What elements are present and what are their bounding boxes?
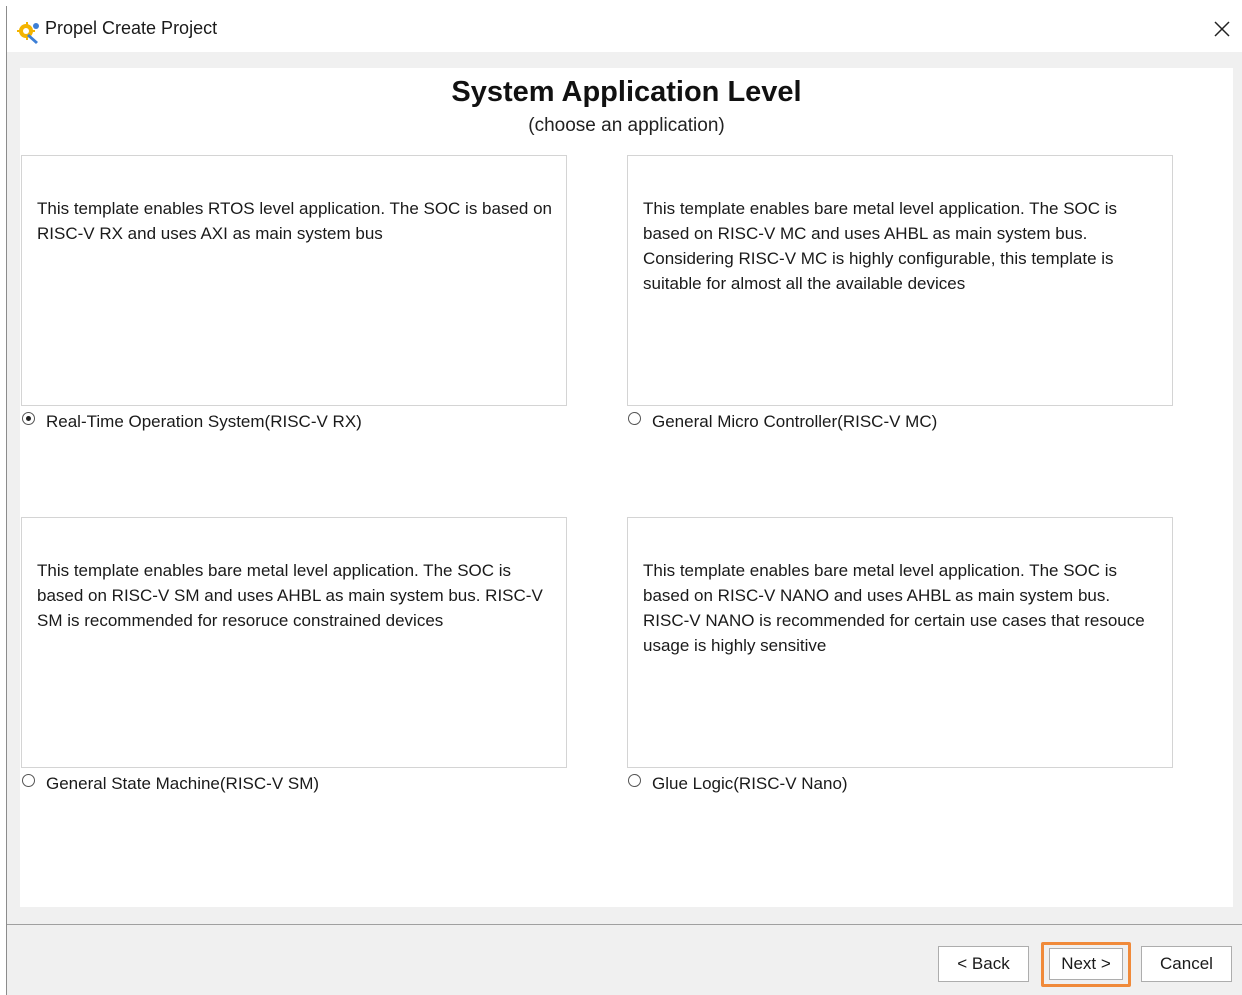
option-card-glue-logic[interactable]: This template enables bare metal level a…: [627, 517, 1173, 768]
option-description: This template enables bare metal level a…: [643, 199, 1118, 293]
radio-button-checked[interactable]: [22, 411, 35, 425]
propel-app-icon: [15, 18, 41, 44]
option-label: General Micro Controller(RISC-V MC): [652, 412, 938, 431]
option-description: This template enables bare metal level a…: [37, 561, 543, 630]
radio-button[interactable]: [628, 773, 641, 787]
close-icon: [1214, 21, 1230, 37]
option-radio-rtos[interactable]: Real-Time Operation System(RISC-V RX): [22, 410, 362, 434]
option-description: This template enables RTOS level applica…: [37, 199, 553, 243]
dialog-window: Propel Create Project System Application…: [6, 6, 1242, 995]
back-button[interactable]: < Back: [938, 946, 1029, 982]
option-radio-state-machine[interactable]: General State Machine(RISC-V SM): [22, 772, 319, 796]
content-panel: System Application Level (choose an appl…: [20, 68, 1233, 907]
footer-divider: [7, 924, 1242, 925]
option-card-state-machine[interactable]: This template enables bare metal level a…: [21, 517, 567, 768]
radio-button[interactable]: [628, 411, 641, 425]
close-button[interactable]: [1205, 12, 1239, 46]
option-label: General State Machine(RISC-V SM): [46, 774, 320, 793]
option-card-micro-controller[interactable]: This template enables bare metal level a…: [627, 155, 1173, 406]
page-title: System Application Level: [451, 76, 802, 108]
title-bar: Propel Create Project: [7, 6, 1242, 52]
option-radio-glue-logic[interactable]: Glue Logic(RISC-V Nano): [628, 772, 848, 796]
option-radio-micro-controller[interactable]: General Micro Controller(RISC-V MC): [628, 410, 937, 434]
option-card-rtos[interactable]: This template enables RTOS level applica…: [21, 155, 567, 406]
cancel-button[interactable]: Cancel: [1141, 946, 1232, 982]
page-subtitle: (choose an application): [528, 115, 725, 136]
radio-button[interactable]: [22, 773, 35, 787]
window-title: Propel Create Project: [45, 18, 218, 38]
option-label: Glue Logic(RISC-V Nano): [652, 774, 848, 793]
next-button[interactable]: Next >: [1049, 948, 1123, 980]
option-description: This template enables bare metal level a…: [643, 561, 1145, 655]
option-label: Real-Time Operation System(RISC-V RX): [46, 412, 362, 431]
